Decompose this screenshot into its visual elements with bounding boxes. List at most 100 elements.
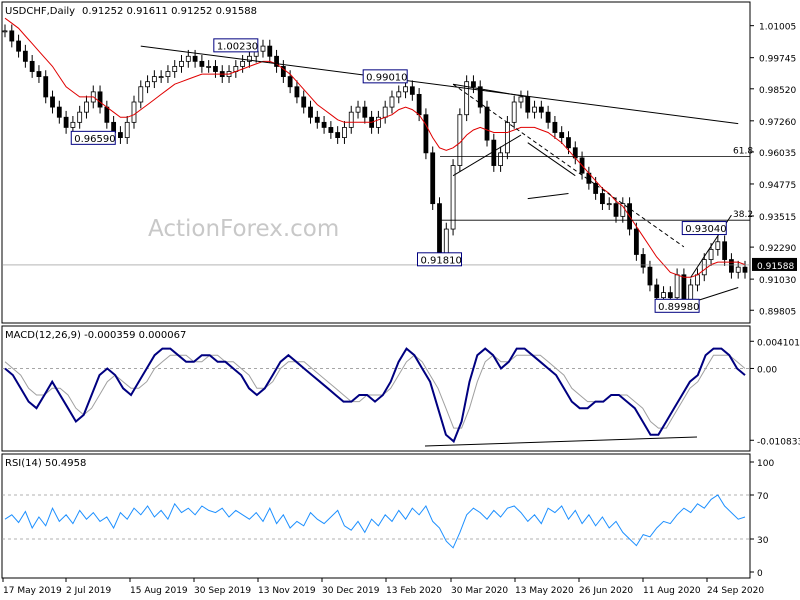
rsi-title: RSI(14) 50.4958: [5, 458, 86, 469]
rsi-axis-label: 30: [757, 536, 769, 546]
candle-body: [416, 93, 422, 116]
main-layer: 61.838.21.002300.990100.965900.918100.93…: [2, 17, 753, 313]
candle-body: [559, 132, 565, 138]
candle-body: [151, 76, 157, 83]
candle-body: [600, 193, 605, 205]
candle-body: [742, 266, 748, 273]
candle-body: [437, 203, 442, 255]
last-price-label: 0.91588: [757, 262, 794, 272]
price-axis-label: 1.01005: [759, 23, 796, 33]
candle-body: [545, 111, 551, 123]
candle-body: [308, 106, 313, 118]
rsi-line: [4, 494, 746, 549]
price-axis-label: 0.99745: [759, 55, 796, 65]
price-axis-label: 0.92290: [759, 244, 796, 254]
candle-body: [342, 127, 347, 138]
candle-body: [287, 76, 293, 88]
price-axis-label: 0.98520: [759, 86, 796, 96]
candle-body: [16, 40, 21, 52]
price-annotation-label: 1.00230: [217, 41, 258, 52]
candle-body: [701, 259, 707, 276]
candle-body: [695, 274, 700, 286]
candle-body: [525, 96, 531, 113]
date-axis-label: 30 Dec 2019: [322, 586, 380, 596]
candle-body: [77, 111, 83, 123]
candle-body: [267, 45, 273, 57]
candle-body: [9, 30, 15, 42]
candle-body: [504, 121, 510, 154]
date-axis-label: 30 Sep 2019: [194, 586, 251, 596]
price-axis-label: 0.94775: [759, 181, 796, 191]
candle-body: [158, 76, 164, 79]
candle-body: [50, 96, 55, 108]
price-annotation-label: 0.96590: [74, 134, 115, 145]
candle-body: [97, 91, 103, 108]
candle-body: [729, 259, 734, 273]
date-axis-label: 17 May 2019: [3, 586, 62, 596]
candle-body: [423, 114, 429, 154]
candle-body: [518, 96, 524, 103]
candle-body: [471, 81, 476, 88]
date-axis-label: 15 Aug 2019: [130, 586, 188, 596]
price-annotation-label: 0.91810: [420, 255, 461, 266]
candle-body: [131, 101, 137, 123]
candle-body: [22, 50, 28, 62]
fib-level-label: 38.2: [733, 210, 753, 220]
rsi-axis-label: 0: [757, 569, 763, 579]
candle-body: [335, 132, 341, 138]
candle-body: [457, 114, 463, 166]
candle-body: [722, 241, 728, 260]
macd-layer: [2, 347, 750, 447]
candle-body: [124, 121, 130, 138]
rsi-layer: [2, 494, 750, 549]
chart-ohlc: 0.91252 0.91611 0.91252 0.91588: [82, 6, 257, 17]
main-panel-frame: [1, 1, 751, 324]
candle-body: [708, 248, 714, 260]
candle-body: [552, 121, 558, 133]
candle-body: [213, 66, 218, 72]
price-annotation-label: 0.99010: [366, 72, 407, 83]
price-axis-label: 0.96035: [759, 149, 796, 159]
candle-body: [138, 86, 144, 103]
price-axis-label: 0.97260: [759, 118, 796, 128]
trend-line: [452, 83, 685, 248]
candle-body: [389, 96, 395, 108]
candle-body: [735, 266, 741, 273]
candle-body: [63, 116, 69, 128]
candle-body: [362, 106, 368, 118]
candle-body: [206, 66, 212, 68]
date-axis-label: 26 Jun 2020: [579, 586, 633, 596]
candle-body: [593, 182, 599, 194]
date-axis-label: 30 Mar 2020: [451, 586, 508, 596]
candle-body: [294, 86, 300, 98]
candle-body: [667, 292, 673, 299]
candle-body: [179, 60, 184, 67]
candle-body: [661, 292, 666, 299]
price-annotation-label: 0.93040: [685, 224, 726, 235]
date-axis-label: 13 May 2020: [515, 586, 574, 596]
candle-body: [409, 86, 415, 95]
macd-trend-line: [424, 436, 698, 447]
candle-body: [640, 254, 646, 268]
candle-body: [403, 86, 408, 93]
candle-body: [172, 66, 178, 72]
trend-line: [527, 192, 569, 200]
candle-body: [674, 274, 680, 299]
candle-body: [498, 152, 503, 166]
candle-body: [613, 203, 619, 217]
macd-axis-label: 0.00: [757, 365, 777, 375]
candle-body: [348, 111, 354, 128]
candle-body: [118, 132, 123, 138]
candle-body: [185, 55, 191, 62]
date-axis-label: 13 Feb 2020: [386, 586, 442, 596]
candle-body: [647, 266, 653, 286]
candle-body: [396, 91, 402, 98]
candle-body: [321, 121, 327, 128]
date-axis-label: 13 Nov 2019: [258, 586, 316, 596]
candle-body: [314, 116, 320, 123]
candle-body: [43, 76, 49, 98]
candle-body: [633, 228, 639, 255]
price-annotation-label: 0.89980: [658, 302, 699, 313]
trend-line: [140, 45, 739, 125]
macd-title: MACD(12,26,9) -0.000359 0.000067: [5, 330, 186, 341]
